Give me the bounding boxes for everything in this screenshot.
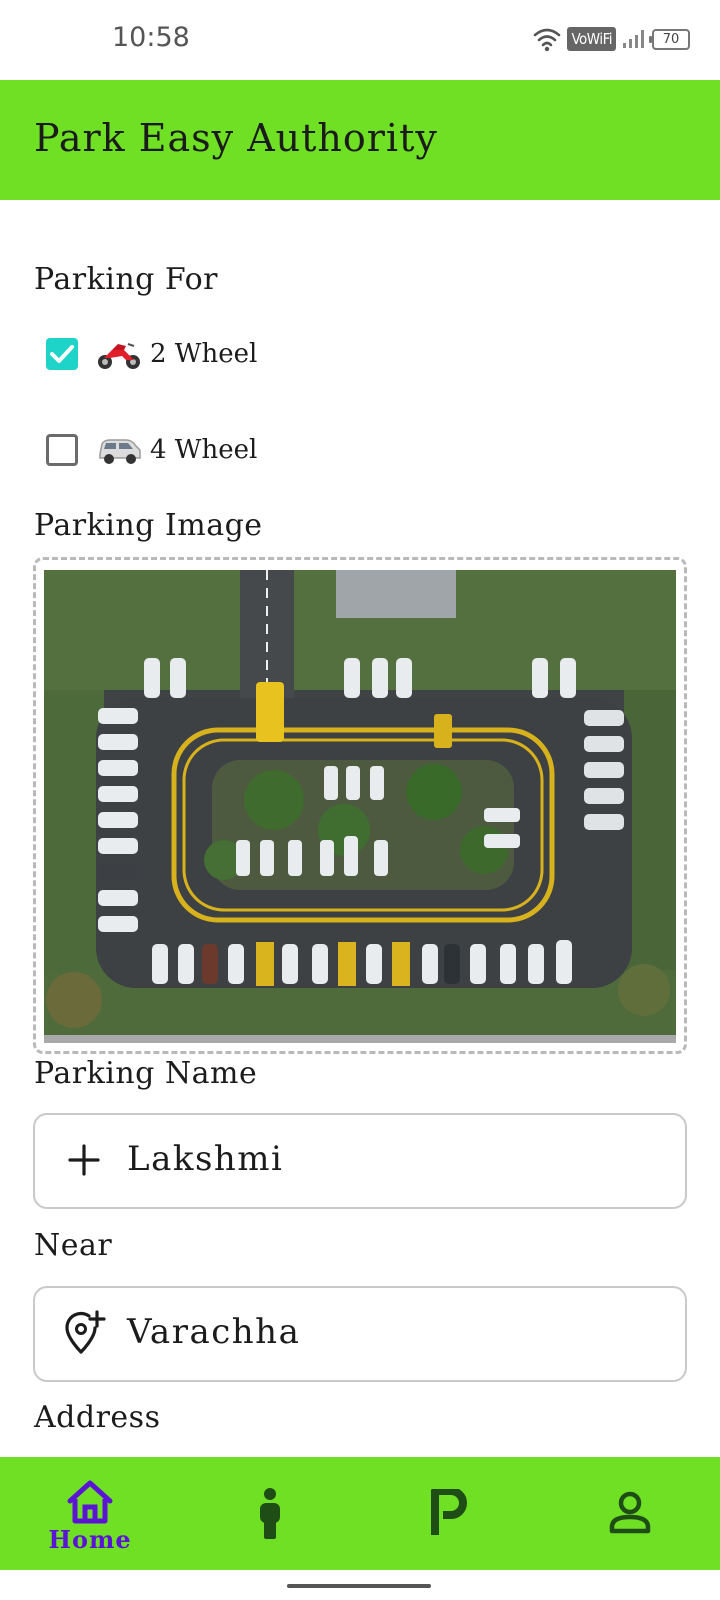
near-value: Varachha — [127, 1312, 301, 1352]
option-2-wheel-label: 2 Wheel — [150, 339, 258, 369]
parking-image-label: Parking Image — [34, 508, 263, 543]
signal-icon — [623, 30, 644, 48]
gesture-area — [0, 1570, 720, 1600]
nav-person[interactable] — [180, 1457, 360, 1570]
nav-home-label: Home — [48, 1525, 132, 1554]
profile-icon — [609, 1491, 651, 1534]
motorcycle-icon — [98, 343, 140, 369]
add-location-icon — [65, 1310, 106, 1354]
plus-icon — [68, 1144, 100, 1176]
parking-name-field[interactable]: Lakshmi — [33, 1113, 687, 1209]
parking-icon — [431, 1489, 467, 1535]
wifi-icon — [534, 28, 561, 52]
vowifi-badge: VoWiFi — [567, 27, 616, 51]
address-label: Address — [34, 1400, 161, 1435]
parking-name-value: Lakshmi — [127, 1139, 284, 1179]
check-icon — [50, 345, 74, 363]
status-time: 10:58 — [112, 22, 190, 53]
app-title: Park Easy Authority — [34, 116, 438, 160]
parking-image — [44, 570, 676, 1035]
image-bottom-strip — [44, 1035, 676, 1043]
car-icon — [99, 439, 141, 464]
app-bar: Park Easy Authority — [0, 80, 720, 200]
status-bar: 10:58 VoWiFi 70 — [0, 0, 720, 80]
near-field[interactable]: Varachha — [33, 1286, 687, 1382]
near-label: Near — [34, 1228, 113, 1263]
gesture-handle[interactable] — [287, 1584, 431, 1588]
option-4-wheel-label: 4 Wheel — [150, 435, 258, 465]
bottom-navigation: Home — [0, 1457, 720, 1570]
person-icon — [260, 1488, 280, 1539]
parking-name-label: Parking Name — [34, 1056, 258, 1091]
checkbox-2-wheel[interactable] — [46, 338, 78, 370]
parking-image-picker[interactable] — [33, 557, 687, 1054]
option-4-wheel[interactable]: 4 Wheel — [46, 432, 257, 468]
nav-profile[interactable] — [540, 1457, 720, 1570]
battery-icon: 70 — [649, 28, 690, 50]
parking-for-label: Parking For — [34, 262, 218, 297]
option-2-wheel[interactable]: 2 Wheel — [46, 336, 257, 372]
nav-home[interactable]: Home — [0, 1457, 180, 1570]
screen: 10:58 VoWiFi 70 Park Easy Authority Park… — [0, 0, 720, 1600]
nav-parking[interactable] — [360, 1457, 540, 1570]
status-icons: VoWiFi 70 — [533, 26, 690, 52]
checkbox-4-wheel[interactable] — [46, 434, 78, 466]
home-icon — [67, 1480, 113, 1524]
